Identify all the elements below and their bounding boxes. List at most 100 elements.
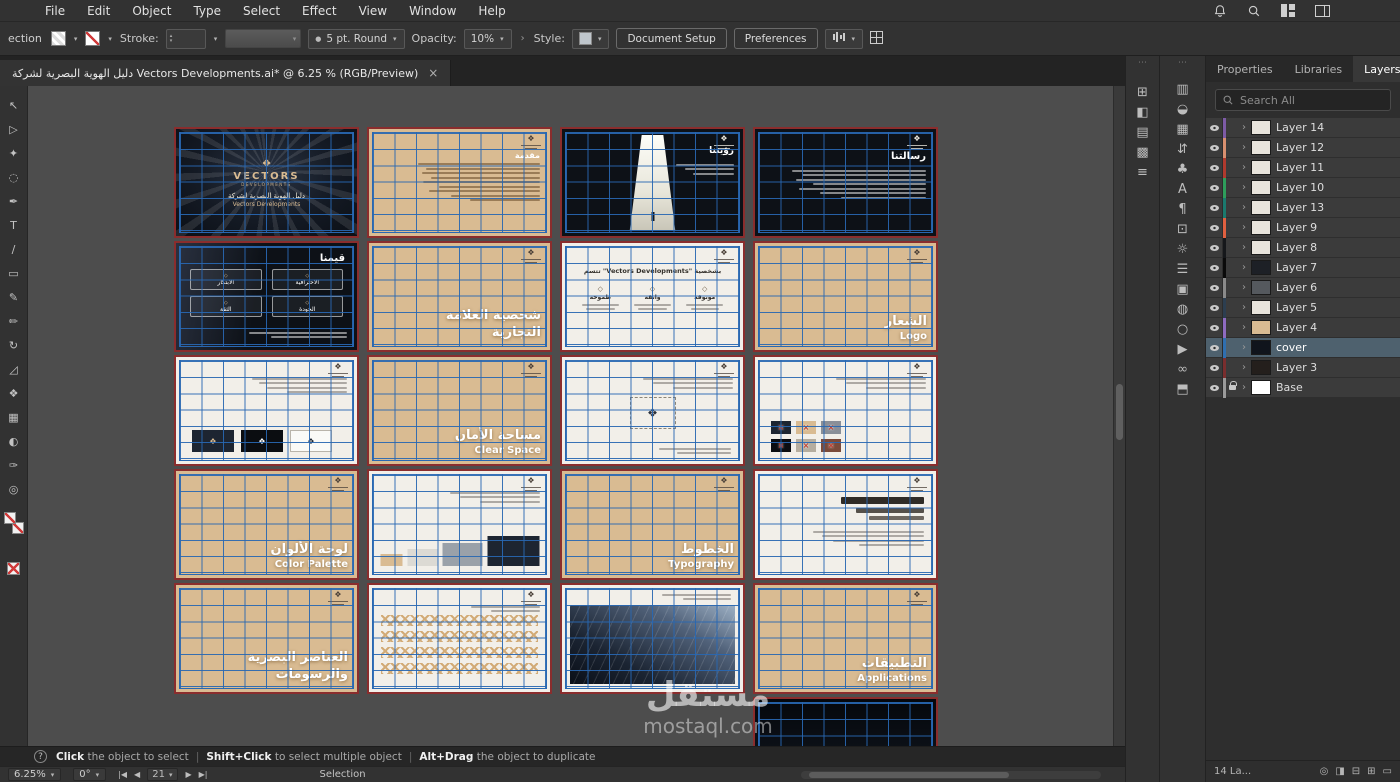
visibility-eye-icon[interactable] bbox=[1206, 337, 1223, 358]
graphic-styles-panel-icon[interactable]: ☰ bbox=[1171, 259, 1195, 279]
align-options-dropdown[interactable]: ▾ bbox=[824, 28, 864, 49]
document-tab[interactable]: دليل الهوية البصرية لشركة Vectors Develo… bbox=[0, 60, 452, 86]
variable-width-profile-dropdown[interactable]: ▾ bbox=[225, 29, 302, 48]
layer-row-layer-7[interactable]: › Layer 7 bbox=[1206, 257, 1400, 278]
layer-row-base[interactable]: › Base bbox=[1206, 377, 1400, 398]
layer-row-layer-12[interactable]: › Layer 12 bbox=[1206, 137, 1400, 158]
artboard-18-graphics-patterns[interactable]: ❖ bbox=[369, 585, 550, 692]
layer-thumbnail[interactable] bbox=[1251, 360, 1271, 375]
artboard-11-clear-space[interactable]: ❖ ❖ bbox=[562, 357, 743, 464]
layer-row-layer-6[interactable]: › Layer 6 bbox=[1206, 277, 1400, 298]
new-sublayer-icon[interactable]: ⊟ bbox=[1352, 766, 1360, 777]
expand-chevron-icon[interactable]: › bbox=[1239, 382, 1249, 393]
tab-libraries[interactable]: Libraries bbox=[1284, 56, 1354, 82]
artboards-panel-icon[interactable]: ⊡ bbox=[1171, 219, 1195, 239]
layer-thumbnail[interactable] bbox=[1251, 160, 1271, 175]
expand-chevron-icon[interactable]: › bbox=[1239, 242, 1249, 253]
navigator-panel-icon[interactable]: ▩ bbox=[1131, 142, 1155, 162]
visibility-eye-icon[interactable] bbox=[1206, 177, 1223, 198]
new-layer-icon[interactable]: ⊞ bbox=[1367, 766, 1375, 777]
vertical-scrollbar-thumb[interactable] bbox=[1116, 384, 1123, 440]
symbols-panel-icon[interactable]: ♣ bbox=[1171, 159, 1195, 179]
layer-name[interactable]: Layer 4 bbox=[1276, 321, 1317, 334]
color-panel-icon[interactable]: ▥ bbox=[1171, 79, 1195, 99]
rotation-dropdown[interactable]: 0° ▾ bbox=[73, 768, 107, 781]
layer-name[interactable]: Base bbox=[1276, 381, 1303, 394]
preferences-button[interactable]: Preferences bbox=[733, 28, 818, 49]
layer-thumbnail[interactable] bbox=[1251, 260, 1271, 275]
layer-thumbnail[interactable] bbox=[1251, 180, 1271, 195]
layer-name[interactable]: Layer 7 bbox=[1276, 261, 1317, 274]
paragraph-panel-icon[interactable]: ¶ bbox=[1171, 199, 1195, 219]
first-artboard-button[interactable]: |◀ bbox=[118, 770, 127, 779]
mesh-tool-icon[interactable]: ▦ bbox=[2, 406, 26, 428]
last-artboard-button[interactable]: ▶| bbox=[199, 770, 208, 779]
layer-name[interactable]: Layer 9 bbox=[1276, 221, 1317, 234]
stroke-caret-icon[interactable]: ▾ bbox=[108, 35, 112, 43]
layer-row-layer-5[interactable]: › Layer 5 bbox=[1206, 297, 1400, 318]
artboard-13-color-palette-title[interactable]: ❖ لوحة الألوان Color Palette bbox=[176, 471, 357, 578]
workspace-switch-icon[interactable] bbox=[870, 30, 884, 47]
fill-color-swatch[interactable] bbox=[50, 31, 66, 46]
visibility-eye-icon[interactable] bbox=[1206, 217, 1223, 238]
gradient-tool-icon[interactable]: ◐ bbox=[2, 430, 26, 452]
layer-name[interactable]: Layer 8 bbox=[1276, 241, 1317, 254]
magic-wand-tool-icon[interactable]: ✦ bbox=[2, 142, 26, 164]
lasso-tool-icon[interactable]: ◌ bbox=[2, 166, 26, 188]
links-panel-icon[interactable]: ∞ bbox=[1171, 359, 1195, 379]
layer-thumbnail[interactable] bbox=[1251, 140, 1271, 155]
layer-thumbnail[interactable] bbox=[1251, 280, 1271, 295]
artboard-12-logo-misuse[interactable]: ❖ × × × × × × bbox=[755, 357, 936, 464]
zoom-level-dropdown[interactable]: 6.25% ▾ bbox=[8, 768, 62, 781]
expand-chevron-icon[interactable]: › bbox=[1239, 182, 1249, 193]
layer-thumbnail[interactable] bbox=[1251, 320, 1271, 335]
expand-chevron-icon[interactable]: › bbox=[1239, 262, 1249, 273]
artboard-3-vision[interactable]: ❖ رؤيتنا bbox=[562, 129, 743, 236]
next-artboard-button[interactable]: ▶ bbox=[185, 770, 191, 779]
search-icon[interactable] bbox=[1247, 4, 1261, 18]
layer-thumbnail[interactable] bbox=[1251, 120, 1271, 135]
artboard-20-applications-title[interactable]: ❖ التطبيقات Applications bbox=[755, 585, 936, 692]
canvas[interactable]: ❖ VECTORS DEVELOPMENTS دليل الهوية البصرية … bbox=[28, 86, 1113, 746]
layer-row-layer-9[interactable]: › Layer 9 bbox=[1206, 217, 1400, 238]
document-setup-button[interactable]: Document Setup bbox=[616, 28, 727, 49]
menu-object[interactable]: Object bbox=[121, 4, 182, 18]
layer-row-layer-8[interactable]: › Layer 8 bbox=[1206, 237, 1400, 258]
none-color-swatch[interactable] bbox=[7, 562, 20, 575]
layers-search-input[interactable] bbox=[1215, 89, 1391, 111]
artboard-16-typography[interactable]: ❖ bbox=[755, 471, 936, 578]
expand-chevron-icon[interactable]: › bbox=[1239, 142, 1249, 153]
layer-name[interactable]: Layer 3 bbox=[1276, 361, 1317, 374]
transparency-panel-icon[interactable]: ◍ bbox=[1171, 299, 1195, 319]
artboard-number-field[interactable]: 21 ▾ bbox=[147, 768, 179, 781]
stroke-panel-icon[interactable]: ○ bbox=[1171, 319, 1195, 339]
swatches-panel-icon[interactable]: ▦ bbox=[1171, 119, 1195, 139]
fill-stroke-swatches[interactable] bbox=[3, 512, 24, 534]
layer-thumbnail[interactable] bbox=[1251, 300, 1271, 315]
artboard-9-logo-variations[interactable]: ❖ ❖ ❖ ❖ bbox=[176, 357, 357, 464]
zoom-tool-icon[interactable]: ◎ bbox=[2, 478, 26, 500]
layer-row-cover[interactable]: › cover bbox=[1206, 337, 1400, 358]
artboard-5-values[interactable]: قيمنا ◇ الابتكار ◇ الاحترافية ◇ الثقة ◇ الجودة bbox=[176, 243, 357, 350]
rotate-tool-icon[interactable]: ↻ bbox=[2, 334, 26, 356]
layer-thumbnail[interactable] bbox=[1251, 200, 1271, 215]
layer-name[interactable]: Layer 10 bbox=[1276, 181, 1324, 194]
actions-panel-icon[interactable]: ▶ bbox=[1171, 339, 1195, 359]
vertical-scrollbar[interactable] bbox=[1113, 86, 1125, 746]
visibility-eye-icon[interactable] bbox=[1206, 317, 1223, 338]
layer-row-layer-14[interactable]: › Layer 14 bbox=[1206, 117, 1400, 138]
stepper-arrows-icon[interactable]: ▴ ▾ bbox=[170, 34, 173, 44]
expand-chevron-icon[interactable]: › bbox=[1239, 302, 1249, 313]
layer-name[interactable]: Layer 11 bbox=[1276, 161, 1324, 174]
visibility-eye-icon[interactable] bbox=[1206, 297, 1223, 318]
visibility-eye-icon[interactable] bbox=[1206, 277, 1223, 298]
stroke-width-field[interactable]: ▴ ▾ bbox=[165, 28, 206, 49]
artboard-2-introduction[interactable]: ❖ مقدمة bbox=[369, 129, 550, 236]
shape-builder-tool-icon[interactable]: ❖ bbox=[2, 382, 26, 404]
horizontal-scrollbar-thumb[interactable] bbox=[809, 771, 1009, 778]
artboard-14-color-palette[interactable]: ❖ bbox=[369, 471, 550, 578]
brush-definition-dropdown[interactable]: ● 5 pt. Round ▾ bbox=[308, 28, 405, 49]
visibility-eye-icon[interactable] bbox=[1206, 377, 1223, 398]
expand-chevron-icon[interactable]: › bbox=[1239, 122, 1249, 133]
asset-export-panel-icon[interactable]: ⬒ bbox=[1171, 379, 1195, 399]
